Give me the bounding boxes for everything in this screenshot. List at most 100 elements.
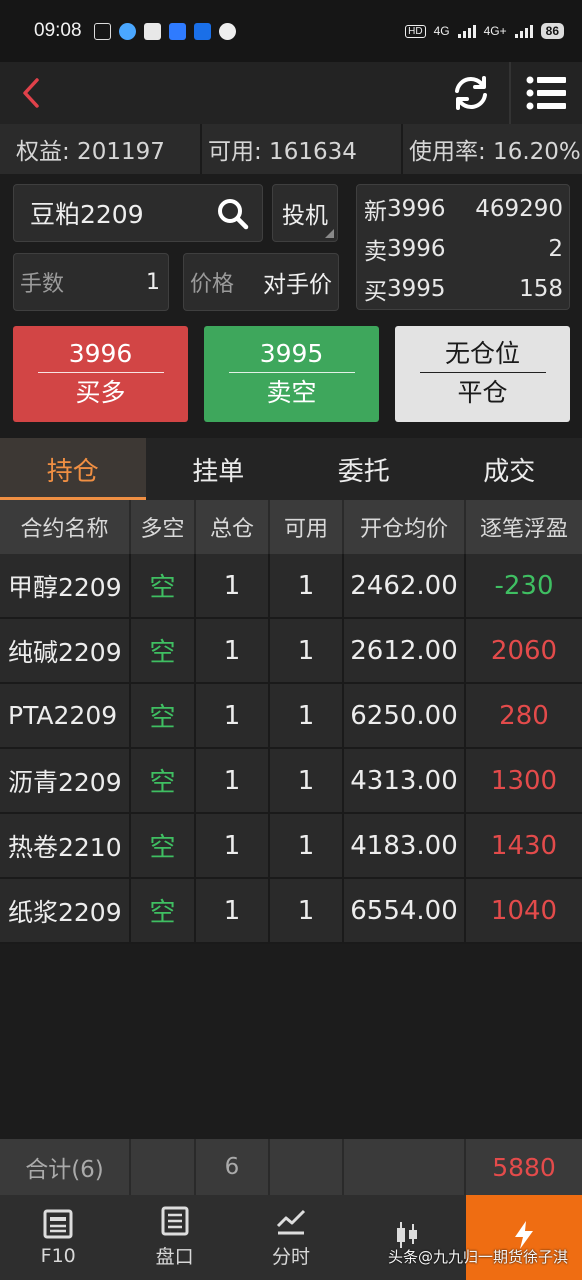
buy-long-button[interactable]: 3996 买多 [13, 326, 188, 422]
table-row[interactable]: 热卷2210 空 1 1 4183.00 1430 [0, 814, 582, 879]
sell-price: 3995 [228, 338, 355, 373]
avg-price: 4313.00 [344, 749, 466, 812]
nav-intraday-label: 分时 [272, 1246, 311, 1268]
message-icon [218, 22, 236, 40]
candlestick-icon [397, 1221, 418, 1248]
sell-label: 卖空 [266, 377, 317, 407]
order-type-select[interactable]: 投机 [272, 184, 338, 242]
bid-price: 3995 [387, 276, 446, 302]
contract-name: PTA2209 [0, 684, 131, 747]
total-qty: 1 [196, 554, 270, 617]
tab-bar: 持仓 挂单 委托 成交 [0, 438, 582, 500]
available-qty: 1 [270, 554, 344, 617]
tab-positions[interactable]: 持仓 [0, 438, 146, 500]
contract-name: 纸浆2209 [0, 879, 131, 942]
col-float-pnl[interactable]: 逐笔浮盈 [466, 500, 582, 554]
tab-trades[interactable]: 成交 [437, 438, 582, 500]
quote-panel: 新 3996 469290 卖 3996 2 买 3995 158 [356, 184, 570, 310]
available-qty: 1 [270, 814, 344, 877]
total-qty: 1 [196, 814, 270, 877]
qq-icon [118, 22, 136, 40]
menu-button[interactable] [526, 74, 568, 112]
bid-row: 买 3995 158 [364, 269, 563, 309]
notification-icons [93, 22, 236, 40]
col-direction[interactable]: 多空 [131, 500, 196, 554]
last-price: 3996 [387, 196, 446, 222]
total-qty: 1 [196, 684, 270, 747]
total-label: 合计(6) [0, 1139, 131, 1195]
symbol-text: 豆粕2209 [30, 200, 144, 229]
nav-bar [0, 62, 582, 124]
float-pnl: 280 [499, 700, 549, 731]
nav-kline[interactable] [349, 1195, 465, 1280]
tab-pending-orders[interactable]: 挂单 [146, 438, 292, 500]
table-row[interactable]: 纸浆2209 空 1 1 6554.00 1040 [0, 879, 582, 944]
close-position-button[interactable]: 无仓位 平仓 [395, 326, 570, 422]
nav-trade[interactable] [465, 1195, 582, 1280]
contract-name: 热卷2210 [0, 814, 131, 877]
direction: 空 [131, 879, 196, 942]
order-type-label: 投机 [282, 203, 328, 229]
list-menu-icon [526, 76, 566, 110]
table-row[interactable]: 纯碱2209 空 1 1 2612.00 2060 [0, 619, 582, 684]
search-icon[interactable] [216, 197, 250, 231]
float-pnl: 1430 [490, 830, 558, 861]
margin-usage: 使用率: 16.20% [401, 124, 582, 174]
available-qty: 1 [270, 619, 344, 682]
avg-price: 2462.00 [344, 554, 466, 617]
table-row[interactable]: 沥青2209 空 1 1 4313.00 1300 [0, 749, 582, 814]
status-bar: 09:08 HD 4G 4G+ 86 [0, 0, 582, 62]
line-chart-icon [276, 1209, 306, 1235]
total-qty: 1 [196, 879, 270, 942]
price-field[interactable]: 价格 对手价 [183, 253, 339, 311]
nav-f10[interactable]: F10 [0, 1195, 116, 1280]
refresh-button[interactable] [448, 70, 494, 116]
close-status: 无仓位 [419, 338, 546, 373]
table-row[interactable]: 甲醇2209 空 1 1 2462.00 -230 [0, 554, 582, 619]
lightning-icon [514, 1220, 533, 1249]
col-avg-price[interactable]: 开仓均价 [344, 500, 466, 554]
tab-orders[interactable]: 委托 [291, 438, 437, 500]
volume: 469290 [475, 196, 563, 222]
direction: 空 [131, 749, 196, 812]
total-float-pnl: 5880 [492, 1152, 556, 1182]
total-qty: 1 [196, 619, 270, 682]
account-summary: 权益: 201197 可用: 161634 使用率: 16.20% [0, 124, 582, 174]
quantity-field[interactable]: 手数 1 [13, 253, 169, 311]
total-qty: 6 [196, 1139, 270, 1195]
total-direction-empty [131, 1139, 196, 1195]
total-available-empty [270, 1139, 344, 1195]
signal-icon-2 [514, 24, 533, 38]
nav-intraday[interactable]: 分时 [233, 1195, 349, 1280]
symbol-input[interactable]: 豆粕2209 [13, 184, 263, 242]
nav-order-book[interactable]: 盘口 [116, 1195, 232, 1280]
available-funds: 可用: 161634 [200, 124, 401, 174]
direction: 空 [131, 814, 196, 877]
chevron-left-icon [23, 78, 39, 108]
price-value: 对手价 [263, 272, 332, 298]
clock: 09:08 [34, 20, 82, 41]
bid-volume: 158 [519, 276, 563, 302]
float-pnl: 1040 [490, 895, 558, 926]
buy-price: 3996 [37, 338, 164, 373]
col-contract[interactable]: 合约名称 [0, 500, 131, 554]
refresh-icon [455, 76, 487, 110]
table-row[interactable]: PTA2209 空 1 1 6250.00 280 [0, 684, 582, 749]
direction: 空 [131, 619, 196, 682]
nav-order-book-label: 盘口 [155, 1246, 194, 1268]
col-total[interactable]: 总仓 [196, 500, 270, 554]
bank-app-icon [143, 22, 161, 40]
avg-price: 6250.00 [344, 684, 466, 747]
nav-f10-label: F10 [40, 1244, 76, 1267]
back-button[interactable] [14, 74, 48, 112]
float-pnl: 2060 [490, 635, 558, 666]
col-available[interactable]: 可用 [270, 500, 344, 554]
positions-table-body: 甲醇2209 空 1 1 2462.00 -230 纯碱2209 空 1 1 2… [0, 554, 582, 944]
avg-price: 4183.00 [344, 814, 466, 877]
last-label: 新 [364, 199, 387, 225]
app-notification-icon [93, 22, 111, 40]
buy-label: 买多 [75, 377, 126, 407]
ask-price: 3996 [387, 236, 446, 262]
document-icon [43, 1209, 73, 1238]
sell-short-button[interactable]: 3995 卖空 [204, 326, 379, 422]
